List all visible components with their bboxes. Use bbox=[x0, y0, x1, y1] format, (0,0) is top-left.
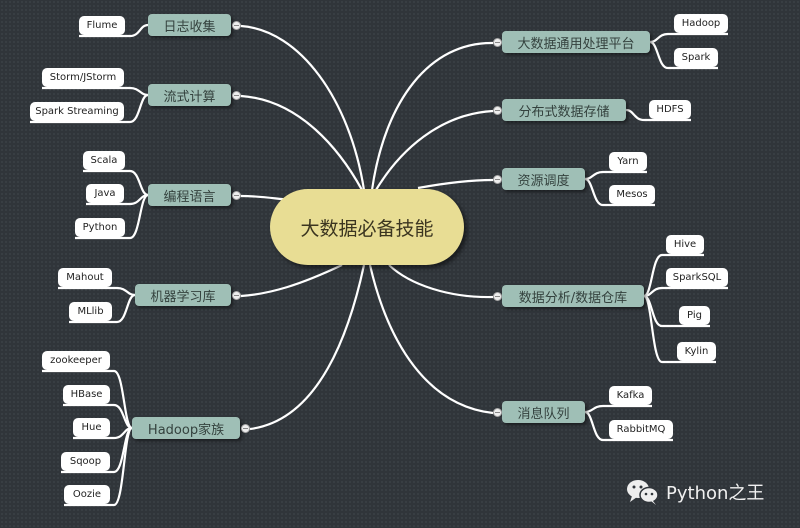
topic-label: 消息队列 bbox=[517, 406, 570, 422]
leaf-label: Mahout bbox=[66, 272, 104, 283]
leaf-connector bbox=[584, 170, 647, 181]
leaf-mahout[interactable]: Mahout bbox=[58, 268, 112, 287]
leaf-label: Yarn bbox=[617, 156, 639, 167]
collapse-toggle[interactable] bbox=[493, 408, 502, 417]
watermark: Python之王 bbox=[626, 478, 764, 506]
leaf-oozie[interactable]: Oozie bbox=[64, 485, 110, 504]
topic-label: Hadoop家族 bbox=[147, 422, 225, 438]
leaf-sqoop[interactable]: Sqoop bbox=[61, 452, 110, 471]
root-connector bbox=[417, 178, 494, 190]
topic-label: 分布式数据存储 bbox=[518, 104, 610, 120]
leaf-zookeeper[interactable]: zookeeper bbox=[42, 351, 110, 370]
leaf-java[interactable]: Java bbox=[86, 184, 124, 203]
topic-label: 资源调度 bbox=[517, 173, 570, 189]
topic-programming-languages[interactable]: 编程语言 bbox=[148, 184, 231, 206]
watermark-text: Python之王 bbox=[666, 483, 765, 504]
leaf-label: Kylin bbox=[684, 346, 709, 357]
leaf-label: SparkSQL bbox=[672, 272, 722, 283]
leaf-label: Oozie bbox=[72, 489, 102, 500]
topic-log-collection[interactable]: 日志收集 bbox=[148, 14, 231, 36]
topic-label: 日志收集 bbox=[163, 19, 216, 35]
topic-label: 流式计算 bbox=[163, 89, 216, 105]
leaf-label: Hive bbox=[673, 239, 697, 250]
leaf-spark-streaming[interactable]: Spark Streaming bbox=[30, 102, 124, 121]
leaf-connector bbox=[42, 86, 149, 97]
leaf-label: Flume bbox=[86, 20, 118, 31]
leaf-hdfs[interactable]: HDFS bbox=[649, 100, 691, 119]
leaf-scala[interactable]: Scala bbox=[83, 151, 125, 170]
collapse-toggle[interactable] bbox=[493, 175, 502, 184]
leaf-kylin[interactable]: Kylin bbox=[677, 342, 716, 361]
root-label: 大数据必备技能 bbox=[300, 217, 434, 240]
leaf-yarn[interactable]: Yarn bbox=[609, 152, 647, 171]
topic-label: 机器学习库 bbox=[150, 289, 216, 305]
leaf-label: Storm/JStorm bbox=[49, 72, 117, 83]
leaf-hadoop[interactable]: Hadoop bbox=[674, 14, 728, 33]
leaf-python[interactable]: Python bbox=[75, 218, 125, 237]
leaf-flume[interactable]: Flume bbox=[79, 16, 125, 35]
collapse-toggle[interactable] bbox=[232, 191, 241, 200]
leaf-hue[interactable]: Hue bbox=[73, 418, 110, 437]
leaf-connector bbox=[584, 404, 652, 414]
topic-resource-scheduling[interactable]: 资源调度 bbox=[502, 168, 585, 190]
topic-data-analysis-warehouse[interactable]: 数据分析/数据仓库 bbox=[502, 285, 644, 307]
topic-message-queue[interactable]: 消息队列 bbox=[502, 401, 585, 423]
leaf-label: RabbitMQ bbox=[616, 424, 666, 435]
root-connector bbox=[375, 109, 494, 191]
leaf-pig[interactable]: Pig bbox=[679, 306, 710, 325]
leaf-label: Spark Streaming bbox=[35, 106, 119, 117]
leaf-label: Mesos bbox=[616, 189, 648, 200]
root-node[interactable]: 大数据必备技能 bbox=[270, 189, 464, 265]
collapse-toggle[interactable] bbox=[232, 21, 241, 30]
leaf-storm[interactable]: Storm/JStorm bbox=[42, 68, 124, 87]
root-connector bbox=[240, 264, 343, 298]
leaf-label: Sqoop bbox=[69, 456, 102, 467]
root-connector bbox=[368, 264, 494, 415]
topic-big-data-platform[interactable]: 大数据通用处理平台 bbox=[502, 31, 650, 53]
collapse-toggle[interactable] bbox=[493, 292, 502, 301]
collapse-toggle[interactable] bbox=[493, 106, 502, 115]
leaf-label: Hue bbox=[81, 422, 102, 433]
leaf-mllib[interactable]: MLlib bbox=[69, 302, 112, 321]
leaf-sparksql[interactable]: SparkSQL bbox=[666, 268, 728, 287]
leaf-spark[interactable]: Spark bbox=[674, 48, 718, 67]
root-connector bbox=[249, 264, 366, 431]
leaf-hbase[interactable]: HBase bbox=[63, 385, 110, 404]
topic-distributed-storage[interactable]: 分布式数据存储 bbox=[502, 99, 626, 121]
topic-label: 大数据通用处理平台 bbox=[517, 36, 635, 52]
root-connector bbox=[388, 264, 494, 299]
leaf-label: HBase bbox=[70, 389, 103, 400]
leaf-label: Kafka bbox=[616, 390, 645, 401]
leaf-label: Java bbox=[94, 188, 116, 199]
leaf-label: Pig bbox=[687, 310, 702, 321]
leaf-label: Hadoop bbox=[681, 18, 721, 29]
leaf-label: Scala bbox=[90, 155, 118, 166]
leaf-label: MLlib bbox=[77, 306, 104, 317]
topic-ml-libraries[interactable]: 机器学习库 bbox=[135, 284, 231, 306]
collapse-toggle[interactable] bbox=[493, 38, 502, 47]
leaf-label: HDFS bbox=[656, 104, 684, 115]
leaf-connector bbox=[643, 286, 728, 298]
topic-label: 编程语言 bbox=[163, 189, 216, 205]
collapse-toggle[interactable] bbox=[241, 424, 250, 433]
leaf-rabbitmq[interactable]: RabbitMQ bbox=[609, 420, 673, 439]
leaf-connector bbox=[58, 286, 136, 297]
leaf-connector bbox=[649, 32, 728, 44]
collapse-toggle[interactable] bbox=[232, 291, 241, 300]
topic-hadoop-family[interactable]: Hadoop家族 bbox=[132, 417, 240, 439]
leaf-label: Spark bbox=[681, 52, 711, 63]
leaf-kafka[interactable]: Kafka bbox=[609, 386, 652, 405]
collapse-toggle[interactable] bbox=[232, 91, 241, 100]
topic-stream-computing[interactable]: 流式计算 bbox=[148, 84, 231, 106]
leaf-label: zookeeper bbox=[50, 355, 102, 366]
root-connector bbox=[240, 94, 363, 191]
leaf-hive[interactable]: Hive bbox=[666, 235, 704, 254]
topic-label: 数据分析/数据仓库 bbox=[518, 290, 628, 306]
wechat-icon bbox=[627, 480, 659, 505]
leaf-mesos[interactable]: Mesos bbox=[609, 185, 655, 204]
leaf-label: Python bbox=[82, 222, 118, 233]
